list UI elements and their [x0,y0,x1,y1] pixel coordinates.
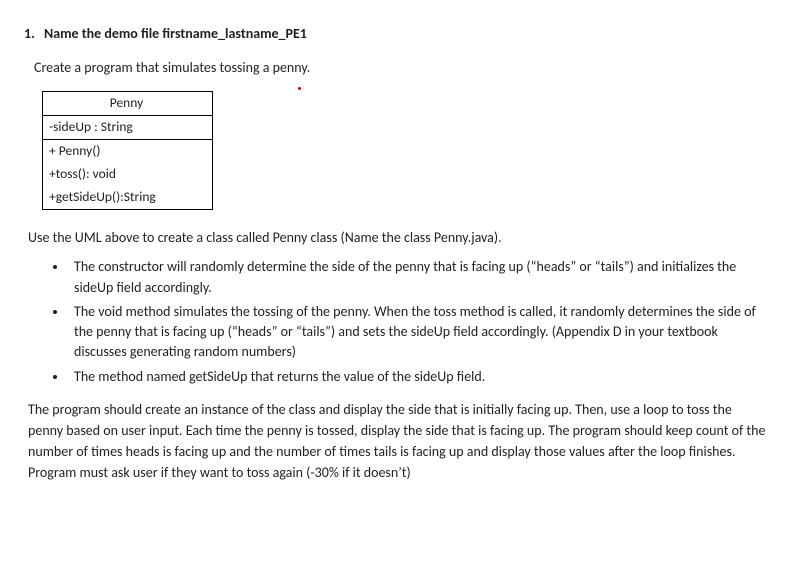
requirements-list: The constructor will randomly determine … [68,257,772,387]
question-title-text: Name the demo file firstname_lastname_PE… [44,25,307,42]
list-item: The constructor will randomly determine … [68,257,772,298]
uml-method: + Penny() [43,139,213,162]
list-item: The void method simulates the tossing of… [68,302,772,363]
list-item: The method named getSideUp that returns … [68,367,772,387]
uml-table: Penny -sideUp : String + Penny() +toss()… [42,91,213,209]
question-number: 1. [24,25,35,42]
closing-paragraph: The program should create an instance of… [28,399,768,483]
uml-method: +getSideUp():String [43,186,213,209]
question-heading: 1. Name the demo file firstname_lastname… [24,24,772,44]
red-dot-marker [298,87,301,90]
uml-class-name: Penny [43,92,213,116]
intro-text: Create a program that simulates tossing … [34,58,772,78]
uml-attribute: -sideUp : String [43,116,213,140]
uml-method: +toss(): void [43,163,213,186]
instruction-text: Use the UML above to create a class call… [28,228,772,248]
uml-diagram: Penny -sideUp : String + Penny() +toss()… [42,91,772,209]
